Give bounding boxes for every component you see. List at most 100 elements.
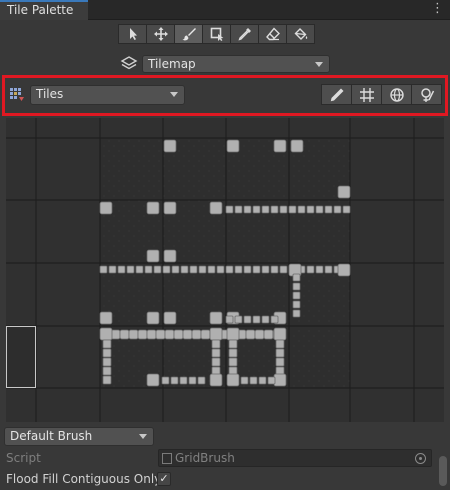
tile-sprite xyxy=(163,249,177,263)
tile-sprite xyxy=(306,205,315,214)
tile-sprite xyxy=(99,327,113,341)
tile-sprite xyxy=(216,265,225,274)
select-tool-button[interactable] xyxy=(118,24,147,44)
flood-fill-label: Flood Fill Contiguous Only xyxy=(6,472,162,486)
tile-sprite xyxy=(209,311,223,325)
script-value: GridBrush xyxy=(175,451,235,465)
tile-sprite xyxy=(211,339,221,349)
erase-tool-button[interactable] xyxy=(258,24,287,44)
object-picker-icon[interactable] xyxy=(415,453,426,464)
palette-dropdown[interactable]: Tiles xyxy=(30,85,185,105)
tile-sprite xyxy=(191,329,202,340)
brush-dropdown[interactable]: Default Brush xyxy=(4,427,154,446)
tile-sprite xyxy=(292,309,301,318)
move-arrows-icon xyxy=(153,27,168,41)
tile-palette-icon xyxy=(10,88,24,101)
tile-sprite xyxy=(279,205,288,214)
tile-sprite xyxy=(270,265,279,274)
pencil-icon xyxy=(330,88,343,101)
tile-sprite xyxy=(234,265,243,274)
chevron-down-icon xyxy=(315,62,323,67)
tile-sprite xyxy=(234,205,243,214)
tile-sprite xyxy=(189,265,198,274)
tile-sprite xyxy=(270,315,279,324)
tile-sprite xyxy=(243,265,252,274)
flood-fill-row: Flood Fill Contiguous Only ✓ xyxy=(0,469,450,489)
tilemap-layers-icon xyxy=(120,56,138,70)
tile-sprite xyxy=(182,329,193,340)
tile-sprite xyxy=(137,329,148,340)
tile-sprite xyxy=(254,329,265,340)
tile-sprite xyxy=(292,282,301,291)
focus-button[interactable] xyxy=(411,84,442,105)
tile-sprite xyxy=(200,329,211,340)
fill-tool-button[interactable] xyxy=(286,24,315,44)
edit-palette-button[interactable] xyxy=(321,84,352,105)
tab-tile-palette[interactable]: Tile Palette xyxy=(0,0,88,20)
tile-sprite xyxy=(252,265,261,274)
tile-sprite xyxy=(209,201,223,215)
tile-sprite xyxy=(324,205,333,214)
tile-sprite xyxy=(273,327,287,341)
tile-sprite xyxy=(273,139,287,153)
move-tool-button[interactable] xyxy=(146,24,175,44)
tile-sprite xyxy=(117,265,126,274)
toggle-grid-button[interactable] xyxy=(351,84,382,105)
tile-sprite xyxy=(108,265,117,274)
tile-sprite xyxy=(228,357,238,367)
tile-sprite xyxy=(315,265,324,274)
tile-sprite xyxy=(188,376,197,385)
tile-palette-grid[interactable] xyxy=(6,118,444,422)
active-tilemap-dropdown[interactable]: Tilemap xyxy=(142,55,330,73)
tile-sprite xyxy=(146,373,160,387)
tile-sprite xyxy=(324,265,333,274)
box-fill-tool-button[interactable] xyxy=(202,24,231,44)
tile-sprite xyxy=(207,265,216,274)
arrow-pointer-icon xyxy=(129,28,137,40)
inspector-scrollbar[interactable] xyxy=(439,456,447,486)
flood-fill-checkbox[interactable]: ✓ xyxy=(157,472,171,486)
tile-sprite xyxy=(209,327,223,341)
tile-sprite xyxy=(146,249,160,263)
tile-sprite xyxy=(337,185,351,199)
grid-icon xyxy=(359,87,374,102)
paint-tool-button[interactable] xyxy=(174,24,203,44)
tile-sprite xyxy=(128,329,139,340)
picker-tool-button[interactable] xyxy=(230,24,259,44)
eraser-icon xyxy=(265,27,280,41)
box-fill-icon xyxy=(210,27,223,41)
tile-sprite xyxy=(170,376,179,385)
tile-sprite xyxy=(135,265,144,274)
tile-sprite xyxy=(146,311,160,325)
tile-sprite xyxy=(163,311,177,325)
gizmos-button[interactable] xyxy=(381,84,412,105)
tile-sprite xyxy=(252,315,261,324)
tile-sprite xyxy=(99,265,108,274)
paintbrush-icon xyxy=(182,28,196,41)
tile-sprite xyxy=(161,376,170,385)
tile-sprite xyxy=(292,300,301,309)
tile-sprite xyxy=(226,327,240,341)
chevron-down-icon xyxy=(139,434,147,439)
tile-sprite xyxy=(180,265,189,274)
tile-sprite xyxy=(240,376,249,385)
tile-sprite xyxy=(102,375,112,385)
tile-sprite xyxy=(292,291,301,300)
tile-sprite xyxy=(261,265,270,274)
gizmo-sphere-icon xyxy=(389,87,404,102)
tile-sprite xyxy=(243,315,252,324)
tile-sprite xyxy=(225,315,234,324)
tile-sprite xyxy=(173,329,184,340)
tool-row xyxy=(118,24,315,44)
tile-sprite xyxy=(162,265,171,274)
script-file-icon xyxy=(162,453,172,464)
kebab-menu-icon[interactable]: ⋮ xyxy=(431,2,444,16)
tile-sprite xyxy=(279,265,288,274)
tile-sprite xyxy=(163,201,177,215)
tab-title: Tile Palette xyxy=(7,3,74,17)
tile-sprite xyxy=(163,139,177,153)
tile-sprite xyxy=(275,357,285,367)
palette-tool-group xyxy=(321,84,442,105)
tile-sprite xyxy=(164,329,175,340)
tile-sprite xyxy=(275,348,285,358)
